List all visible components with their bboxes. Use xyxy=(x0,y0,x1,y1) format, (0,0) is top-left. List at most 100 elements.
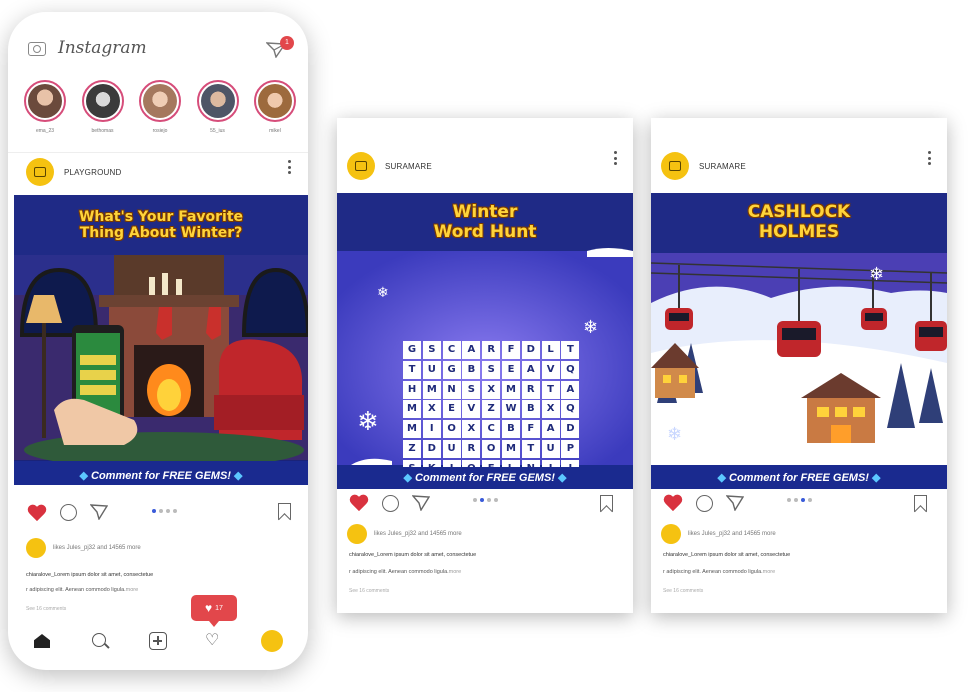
app-title: Instagram xyxy=(58,38,147,58)
word-grid-cell: F xyxy=(521,420,540,439)
cta-banner: ◆ Comment for FREE GEMS! ◆ xyxy=(14,465,308,485)
post-image[interactable]: Winter Word Hunt ❄ ❄ ❄ GSCARFDLTTUGBSEAV… xyxy=(337,193,633,489)
word-grid-cell: M xyxy=(501,380,520,399)
story-item[interactable]: ema_23 xyxy=(22,80,68,150)
view-comments-link[interactable]: See 16 comments xyxy=(349,588,389,594)
like-count: 17 xyxy=(215,604,223,612)
story-item[interactable]: mikel xyxy=(252,80,298,150)
divider xyxy=(8,152,308,153)
story-username: bethomas xyxy=(91,128,114,134)
carousel-pager xyxy=(787,498,812,502)
title-line: Word Hunt xyxy=(433,221,537,242)
brand-avatar[interactable] xyxy=(347,152,375,180)
word-grid-cell: M xyxy=(422,380,441,399)
word-grid-cell: T xyxy=(541,380,560,399)
word-grid-cell: M xyxy=(501,439,520,458)
avatar xyxy=(85,84,120,118)
gem-icon: ◆ xyxy=(872,472,881,484)
view-comments-link[interactable]: See 16 comments xyxy=(663,588,703,594)
like-notification-popup: ♥ 17 xyxy=(191,595,237,627)
brand-avatar[interactable] xyxy=(26,158,54,186)
post-account-name[interactable]: SURAMARE xyxy=(699,162,746,171)
snowflake-icon: ❄ xyxy=(357,406,379,436)
post-caption: chiaralove_Lorem ipsum dolor sit amet, c… xyxy=(349,552,477,558)
word-grid-cell: U xyxy=(442,439,461,458)
more-link[interactable]: more xyxy=(449,569,462,575)
cta-text: Comment for FREE GEMS! xyxy=(91,470,231,482)
post-header: SURAMARE xyxy=(661,152,746,180)
word-grid-cell: R xyxy=(521,380,540,399)
word-grid-cell: W xyxy=(501,400,520,419)
more-options-icon[interactable] xyxy=(614,151,618,165)
comment-icon[interactable] xyxy=(696,495,713,512)
more-options-icon[interactable] xyxy=(288,160,292,174)
story-item[interactable]: rosiejo xyxy=(137,80,183,150)
share-icon[interactable] xyxy=(726,495,744,511)
word-grid-cell: Z xyxy=(482,400,501,419)
post-caption-continued: r adipiscing elit. Aenean commodo ligula… xyxy=(663,569,775,575)
post-caption-continued: r adipiscing elit. Aenean commodo ligula… xyxy=(349,569,461,575)
post-caption: chiaralove_Lorem ipsum dolor sit amet, c… xyxy=(26,572,154,578)
profile-avatar[interactable] xyxy=(261,630,283,652)
post-card-word-hunt: SURAMARE Winter Word Hunt ❄ ❄ ❄ GSCARFDL… xyxy=(337,118,633,613)
post-image[interactable]: What's Your Favorite Thing About Winter?… xyxy=(14,195,308,485)
more-link[interactable]: more xyxy=(763,569,776,575)
snowflake-icon: ❄ xyxy=(869,264,885,284)
phone-instagram-feed: Instagram 1 ema_23 bethomas rosiejo 55_i… xyxy=(8,12,308,670)
gem-icon: ◆ xyxy=(717,472,726,484)
share-icon[interactable] xyxy=(412,495,430,511)
story-item[interactable]: bethomas xyxy=(80,80,126,150)
post-card-cashlock-holmes: SURAMARE CASHLOCK HOLMES ❄ ❄ ◆ Comment f… xyxy=(651,118,947,613)
search-icon[interactable] xyxy=(92,633,106,647)
word-grid-cell: I xyxy=(422,420,441,439)
comment-icon[interactable] xyxy=(60,504,77,521)
word-grid-cell: X xyxy=(462,420,481,439)
word-grid-cell: U xyxy=(541,439,560,458)
like-heart-icon[interactable] xyxy=(27,505,47,523)
word-grid-cell: D xyxy=(521,341,540,359)
like-heart-icon[interactable] xyxy=(349,495,369,513)
word-grid-cell: V xyxy=(462,400,481,419)
word-grid-cell: O xyxy=(482,439,501,458)
stories-row: ema_23 bethomas rosiejo 55_ius mikel xyxy=(22,80,298,150)
more-options-icon[interactable] xyxy=(928,151,932,165)
home-icon[interactable] xyxy=(34,634,50,648)
comment-icon[interactable] xyxy=(382,495,399,512)
likes-text[interactable]: likes Jules_pj32 and 14565 more xyxy=(53,545,141,551)
cta-banner: ◆ Comment for FREE GEMS! ◆ xyxy=(337,467,633,489)
notification-badge: 1 xyxy=(280,36,294,50)
bookmark-icon[interactable] xyxy=(600,495,613,512)
word-grid-cell: S xyxy=(482,360,501,379)
word-grid-cell: B xyxy=(462,360,481,379)
post-image-title: What's Your Favorite Thing About Winter? xyxy=(14,209,308,241)
word-grid-cell: G xyxy=(442,360,461,379)
like-heart-icon[interactable] xyxy=(663,495,683,513)
share-icon[interactable] xyxy=(90,504,108,520)
brand-avatar[interactable] xyxy=(661,152,689,180)
activity-heart-icon[interactable]: ♡ xyxy=(205,633,219,649)
view-comments-link[interactable]: See 16 comments xyxy=(26,606,66,612)
word-grid-cell: V xyxy=(541,360,560,379)
story-item[interactable]: 55_ius xyxy=(195,80,241,150)
bookmark-icon[interactable] xyxy=(914,495,927,512)
gem-icon: ◆ xyxy=(403,472,412,484)
carousel-pager xyxy=(152,509,177,513)
post-account-name[interactable]: SURAMARE xyxy=(385,162,432,171)
likes-text[interactable]: likes Jules_pj32 and 14565 more xyxy=(374,531,462,537)
word-grid-cell: G xyxy=(403,341,421,359)
story-username: 55_ius xyxy=(210,128,225,134)
avatar xyxy=(143,84,177,118)
story-username: ema_23 xyxy=(35,128,55,134)
likes-text[interactable]: likes Jules_pj32 and 14565 more xyxy=(688,531,776,537)
more-link[interactable]: more xyxy=(126,587,139,593)
post-image[interactable]: CASHLOCK HOLMES ❄ ❄ ◆ Comment for FREE G… xyxy=(651,193,947,489)
add-post-icon[interactable] xyxy=(149,632,167,650)
word-grid-cell: C xyxy=(442,341,461,359)
post-account-name[interactable]: PLAYGROUND xyxy=(64,168,121,177)
word-grid-cell: H xyxy=(403,380,421,399)
word-grid-cell: S xyxy=(462,380,481,399)
bookmark-icon[interactable] xyxy=(278,503,291,520)
avatar xyxy=(347,524,367,544)
camera-icon[interactable] xyxy=(28,42,46,56)
word-grid-cell: E xyxy=(442,400,461,419)
